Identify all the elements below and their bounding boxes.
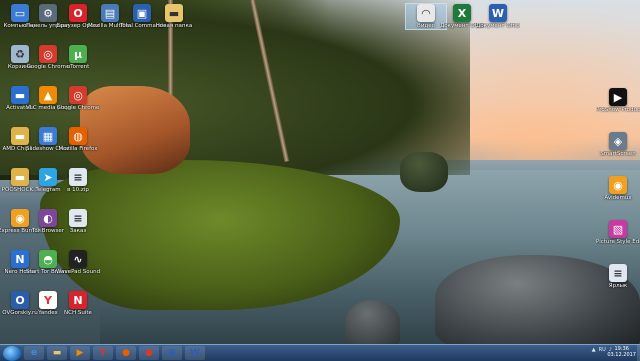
- vlc-icon: ▲: [39, 86, 57, 104]
- desktop-icon[interactable]: ◈ SmartScreen: [598, 132, 638, 157]
- document-icon: ≡: [69, 168, 87, 186]
- excel-icon: X: [453, 4, 471, 22]
- settings-gear-icon: ⚙: [39, 4, 57, 22]
- desktop-icon[interactable]: ≡ в 10.zip: [58, 168, 98, 193]
- word-icon[interactable]: W: [185, 346, 205, 360]
- proshow-icon: ▶: [609, 88, 627, 106]
- desktop-icon[interactable]: ≡ Заказ: [58, 209, 98, 234]
- flag-icon[interactable]: ▲: [592, 347, 596, 353]
- nero-icon: N: [11, 250, 29, 268]
- picture-style-icon: ▧: [609, 220, 627, 238]
- language-indicator[interactable]: RU: [599, 347, 606, 353]
- media-player-icon[interactable]: ▶: [70, 346, 90, 360]
- desktop-icon[interactable]: WДокумент Office Wor...: [476, 4, 520, 29]
- desktop-icon-label: Новая папка: [155, 23, 193, 29]
- shield-icon: ◈: [609, 132, 627, 150]
- folder-icon: ▬: [11, 127, 29, 145]
- desktop-icon[interactable]: ∿WavePad Sound Editor: [56, 250, 100, 275]
- recycle-bin-icon: ♻: [11, 45, 29, 63]
- computer-icon: ▭: [11, 4, 29, 22]
- chrome-icon: ◎: [69, 86, 87, 104]
- yandex-icon: Y: [39, 291, 57, 309]
- firefox-icon[interactable]: ●: [116, 346, 136, 360]
- desktop-icon-label: Picture Style Editor: [596, 239, 640, 245]
- tor-start-icon: ◓: [39, 250, 57, 268]
- desktop-icon-label: Документ Office Wor...: [476, 23, 520, 29]
- desktop-icon-label: WavePad Sound Editor: [56, 269, 100, 275]
- tor-browser-icon: ◐: [39, 209, 57, 227]
- disc-burn-icon: ◉: [11, 209, 29, 227]
- desktop-icon-label: uTorrent: [66, 64, 90, 70]
- desktop-icon-label: SmartScreen: [600, 151, 636, 157]
- video-icon: ◠: [417, 4, 435, 22]
- firefox-icon: ◍: [69, 127, 87, 145]
- floppy-icon: ▣: [133, 4, 151, 22]
- desktop-icon[interactable]: ≡ Ярлык: [598, 264, 638, 289]
- internet-explorer-icon[interactable]: e: [24, 346, 44, 360]
- chrome-icon[interactable]: ●: [139, 346, 159, 360]
- document-icon: ≡: [69, 209, 87, 227]
- explorer-folder-icon[interactable]: ▬: [47, 346, 67, 360]
- yandex-browser-icon[interactable]: Y: [93, 346, 113, 360]
- ovgorskiy-icon: O: [11, 291, 29, 309]
- shore-rock: [400, 152, 448, 192]
- chrome-icon: ◎: [39, 45, 57, 63]
- clock-date: 03.12.2017: [607, 352, 636, 358]
- taskbar: e ▬ ▶ Y ● ● ▣ W ▲ RU ♪ 19:36 03.12.2017: [0, 344, 640, 361]
- desktop-icon[interactable]: N NCH Suite: [58, 291, 98, 316]
- small-boulder: [345, 300, 400, 344]
- folder-icon: ▬: [11, 168, 29, 186]
- floppy-icon[interactable]: ▣: [162, 346, 182, 360]
- clock[interactable]: 19:36 03.12.2017: [607, 346, 636, 358]
- desktop-icon[interactable]: ◎ Google Chrome: [56, 86, 100, 111]
- desktop-icon[interactable]: ◉ Avidemux: [598, 176, 638, 201]
- multifile-icon: ▤: [101, 4, 119, 22]
- nch-icon: N: [69, 291, 87, 309]
- avidemux-icon: ◉: [609, 176, 627, 194]
- wavepad-icon: ∿: [69, 250, 87, 268]
- telegram-icon: ➤: [39, 168, 57, 186]
- desktop-icon[interactable]: ▧Picture Style Editor: [596, 220, 640, 245]
- folder-icon: ▬: [165, 4, 183, 22]
- desktop-icon[interactable]: ◍ Mozilla Firefox: [58, 127, 98, 152]
- opera-icon: O: [69, 4, 87, 22]
- desktop-icon-label: ProShow Producer: [596, 107, 640, 113]
- utorrent-icon: µ: [69, 45, 87, 63]
- desktop-icon-label: Avidemux: [604, 195, 632, 201]
- word-icon: W: [489, 4, 507, 22]
- desktop-icon[interactable]: µ uTorrent: [58, 45, 98, 70]
- start-button[interactable]: [3, 345, 21, 361]
- document-icon: ≡: [609, 264, 627, 282]
- desktop-icon-label: Ярлык: [608, 283, 628, 289]
- desktop-icon[interactable]: ▶ProShow Producer: [596, 88, 640, 113]
- desktop-icon[interactable]: ▬ Новая папка: [154, 4, 194, 29]
- desktop-icon-label: в 10.zip: [67, 187, 89, 193]
- desktop-icon-label: Mozilla Firefox: [58, 146, 98, 152]
- desktop-icon-label: NCH Suite: [64, 310, 92, 316]
- slideshow-icon: ▦: [39, 127, 57, 145]
- desktop-icon-label: Заказ: [69, 228, 87, 234]
- folder-icon: ▬: [11, 86, 29, 104]
- desktop-icon-label: Google Chrome: [56, 105, 100, 111]
